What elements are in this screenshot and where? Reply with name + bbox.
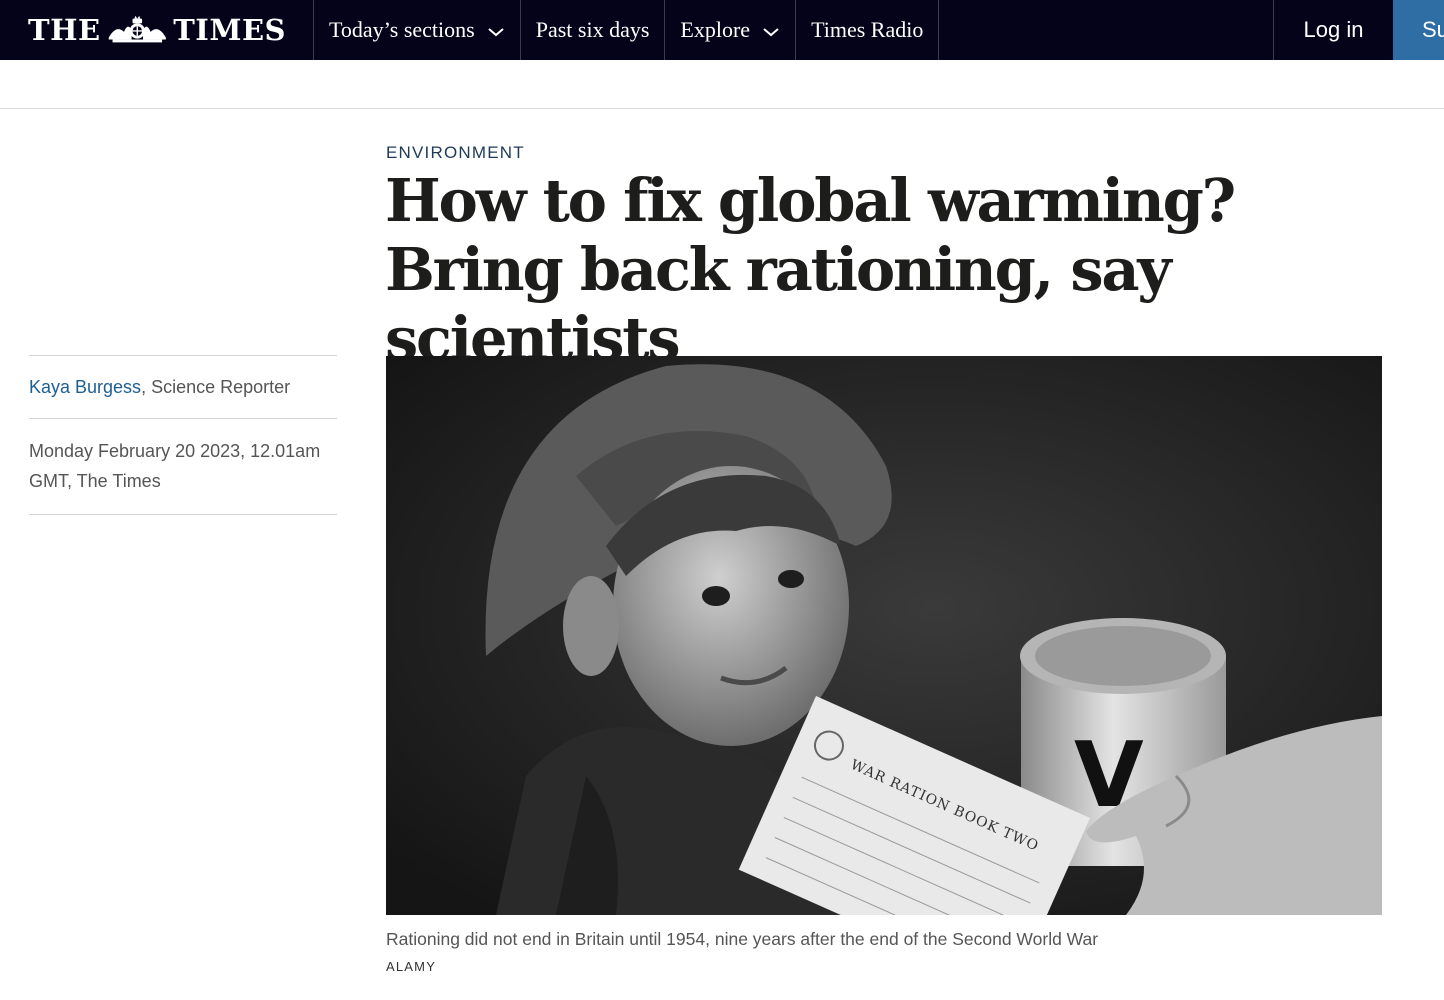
logo-text-right: TIMES — [173, 13, 286, 47]
nav-todays-sections[interactable]: Today’s sections — [313, 0, 520, 60]
the-times-logo[interactable]: THE TIMES — [28, 0, 286, 60]
section-label[interactable]: ENVIRONMENT — [386, 143, 525, 163]
nav-explore-label: Explore — [680, 17, 751, 42]
nav-explore[interactable]: Explore — [664, 0, 795, 60]
chevron-down-icon — [763, 28, 779, 37]
image-caption: Rationing did not end in Britain until 1… — [386, 929, 1099, 949]
nav-past-six-days[interactable]: Past six days — [519, 0, 665, 60]
publish-date: Monday February 20 2023, 12.01am GMT, Th… — [29, 441, 321, 491]
top-navigation-bar: THE TIMES Today’s sections Past six days — [0, 0, 1444, 60]
author-row: Kaya Burgess, Science Reporter — [29, 356, 337, 418]
nav-times-radio[interactable]: Times Radio — [795, 0, 940, 60]
crest-icon — [108, 15, 166, 43]
subscribe-label: Subscribe — [1422, 17, 1444, 42]
rationing-photo: V WAR RATION BOOK TWO — [386, 356, 1382, 915]
main-nav: Today’s sections Past six days Explore T… — [313, 0, 940, 60]
byline: Kaya Burgess, Science Reporter Monday Fe… — [29, 355, 337, 515]
login-button[interactable]: Log in — [1273, 0, 1393, 60]
nav-todays-sections-label: Today’s sections — [329, 17, 475, 42]
nav-times-radio-label: Times Radio — [811, 17, 924, 42]
nav-past-six-days-label: Past six days — [535, 17, 650, 42]
logo-text-left: THE — [28, 13, 101, 47]
login-label: Log in — [1303, 17, 1364, 42]
author-link[interactable]: Kaya Burgess — [29, 377, 141, 397]
chevron-down-icon — [488, 28, 504, 37]
article-headline: How to fix global warming? Bring back ra… — [385, 166, 1236, 373]
header-divider — [0, 108, 1444, 109]
image-credit: ALAMY — [386, 959, 437, 974]
subscribe-button[interactable]: Subscribe — [1393, 0, 1444, 60]
author-role: , Science Reporter — [141, 377, 291, 397]
article-hero-image: V WAR RATION BOOK TWO — [386, 356, 1382, 915]
byline-divider — [29, 514, 337, 515]
